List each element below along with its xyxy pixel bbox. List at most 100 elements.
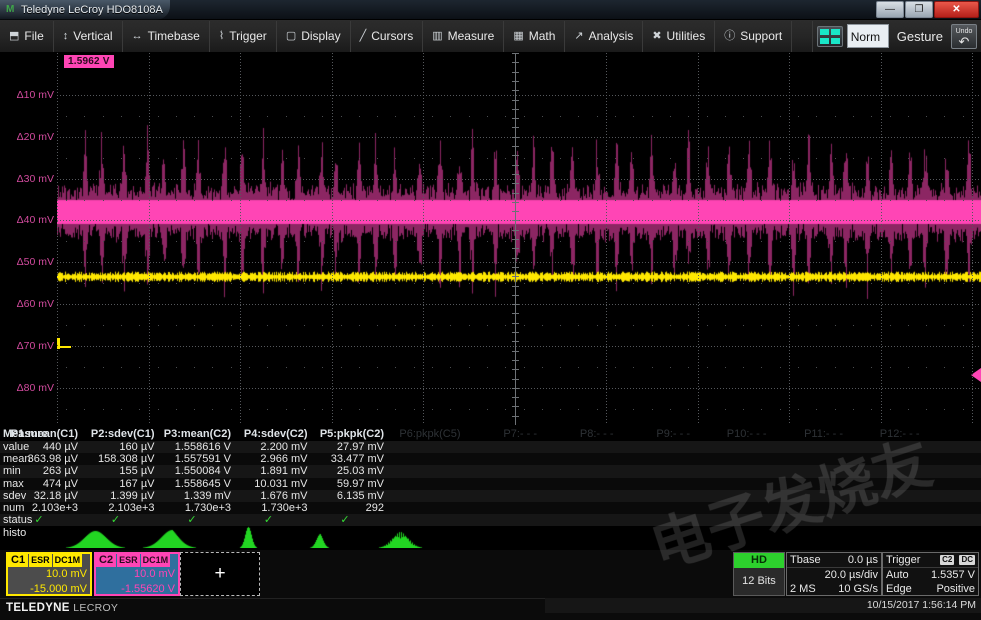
grid-minor-dot [267, 325, 268, 326]
menu-item-support[interactable]: ⓘSupport [715, 21, 792, 52]
grid-minor-dot [194, 325, 195, 326]
measure-column-header[interactable]: P3:mean(C2) [153, 428, 231, 440]
menu-item-file[interactable]: ⬒File [0, 21, 54, 52]
grid-minor-dot [761, 283, 762, 284]
grid-minor-dot [469, 409, 470, 410]
grid-minor-dot [633, 158, 634, 159]
menu-item-analysis[interactable]: ↗Analysis [565, 21, 643, 52]
grid-layout-icon[interactable] [817, 26, 843, 47]
undo-button[interactable]: Undo ↶ [951, 24, 977, 49]
measure-column-header[interactable]: P1:mean(C1) [0, 428, 78, 440]
app-logo-icon: M [6, 4, 17, 16]
grid-minor-dot [652, 158, 653, 159]
grid-minor-dot [212, 325, 213, 326]
menu-item-label: Math [529, 29, 556, 43]
grid-minor-dot [743, 325, 744, 326]
menu-item-math[interactable]: ▦Math [504, 21, 565, 52]
grid-minor-dot [304, 283, 305, 284]
grid-minor-dot [194, 283, 195, 284]
measure-column-header[interactable]: P10:- - - [689, 428, 767, 440]
grid-minor-dot [926, 283, 927, 284]
menu-item-utilities[interactable]: ✖Utilities [643, 21, 715, 52]
channel-descriptor-c2[interactable]: C2ESRDC1M10.0 mV-1.55620 V [94, 552, 180, 596]
grid-minor-dot [487, 409, 488, 410]
grid-minor-dot [158, 367, 159, 368]
histogram-canvas [0, 526, 981, 548]
timebase-box[interactable]: Tbase 0.0 µs 20.0 µs/div 2 MS 10 GS/s [786, 552, 882, 596]
measure-cell: 263 µV [0, 465, 78, 477]
measure-column-header[interactable]: P12:- - - [842, 428, 920, 440]
measure-row: min263 µV155 µV1.550084 V1.891 mV25.03 m… [0, 465, 981, 477]
measure-column-header[interactable]: P9:- - - [612, 428, 690, 440]
gesture-label[interactable]: Gesture [889, 29, 951, 44]
grid-minor-dot [963, 200, 964, 201]
axis-tick [512, 351, 519, 352]
cursors-icon: ╱ [360, 30, 367, 42]
channel-id-badge: C1 [8, 554, 28, 567]
waveform-plot[interactable]: 1.5962 V C1C2 [57, 53, 981, 425]
menu-item-cursors[interactable]: ╱Cursors [351, 21, 424, 52]
grid-minor-dot [414, 283, 415, 284]
grid-minor-dot [286, 409, 287, 410]
brand-logo: TELEDYNE LECROY [6, 602, 118, 614]
measure-cell: 2.966 mV [230, 453, 308, 465]
axis-tick [512, 53, 519, 54]
grid-minor-dot [121, 325, 122, 326]
measure-column-header[interactable]: P4:sdev(C2) [230, 428, 308, 440]
grid-minor-dot [304, 409, 305, 410]
grid-minor-dot [66, 241, 67, 242]
measure-status-check: ✓ [306, 514, 384, 526]
grid-minor-dot [926, 116, 927, 117]
hd-mode-box[interactable]: HD 12 Bits [733, 552, 785, 596]
menu-item-timebase[interactable]: ↔Timebase [123, 21, 210, 52]
grid-minor-dot [212, 409, 213, 410]
measure-column-header[interactable]: P7:- - - [459, 428, 537, 440]
measure-column-header[interactable]: P2:sdev(C1) [77, 428, 155, 440]
axis-tick [512, 155, 519, 156]
measure-column-header[interactable]: P6:pkpk(C5) [383, 428, 461, 440]
grid-minor-dot [84, 116, 85, 117]
minimize-button[interactable]: — [876, 1, 904, 18]
maximize-button[interactable]: ❐ [905, 1, 933, 18]
grid-minor-dot [835, 367, 836, 368]
measure-column-header[interactable]: P5:pkpk(C2) [306, 428, 384, 440]
grid-minor-dot [890, 158, 891, 159]
measure-table: MeasureP1:mean(C1)P2:sdev(C1)P3:mean(C2)… [0, 428, 981, 548]
menu-item-display[interactable]: ▢Display [277, 21, 351, 52]
measure-column-header[interactable]: P8:- - - [536, 428, 614, 440]
grid-minor-dot [560, 116, 561, 117]
axis-tick [512, 388, 519, 389]
grid-minor-dot [231, 409, 232, 410]
trigger-mode-field[interactable]: Norm [847, 24, 889, 48]
menu-item-measure[interactable]: ▥Measure [423, 21, 504, 52]
grid-minor-dot [341, 409, 342, 410]
menu-spacer [792, 21, 813, 52]
grid-minor-dot [688, 241, 689, 242]
measure-cell: 59.97 mV [306, 478, 384, 490]
grid-minor-dot [231, 241, 232, 242]
grid-minor-dot [725, 116, 726, 117]
channel-descriptor-c1[interactable]: C1ESRDC1M10.0 mV-15.000 mV [6, 552, 92, 596]
measure-status-check: ✓ [0, 514, 78, 526]
menu-item-vertical[interactable]: ↕Vertical [54, 21, 123, 52]
axis-tick [512, 118, 519, 119]
close-button[interactable]: ✕ [934, 1, 979, 18]
grid-minor-dot [944, 367, 945, 368]
trigger-box[interactable]: Trigger C2 DC Auto 1.5357 V Edge Positiv… [882, 552, 979, 596]
menu-item-trigger[interactable]: ⌇Trigger [210, 21, 277, 52]
grid-minor-dot [761, 409, 762, 410]
scope-grid[interactable]: Δ10 mVΔ20 mVΔ30 mVΔ40 mVΔ50 mVΔ60 mVΔ70 … [0, 53, 981, 425]
descriptor-bar: C1ESRDC1M10.0 mV-15.000 mVC2ESRDC1M10.0 … [0, 550, 981, 598]
grid-minor-dot [578, 241, 579, 242]
grid-minor-dot [871, 116, 872, 117]
grid-minor-dot [414, 241, 415, 242]
measure-column-header[interactable]: P11:- - - [765, 428, 843, 440]
timebase-delay: 0.0 µs [848, 553, 878, 568]
add-trace-button[interactable]: + [180, 552, 260, 596]
grid-minor-dot [890, 367, 891, 368]
grid-minor-dot [524, 283, 525, 284]
grid-minor-dot [908, 283, 909, 284]
gridline-horizontal [57, 346, 981, 347]
axis-tick [512, 183, 519, 184]
grid-minor-dot [725, 241, 726, 242]
